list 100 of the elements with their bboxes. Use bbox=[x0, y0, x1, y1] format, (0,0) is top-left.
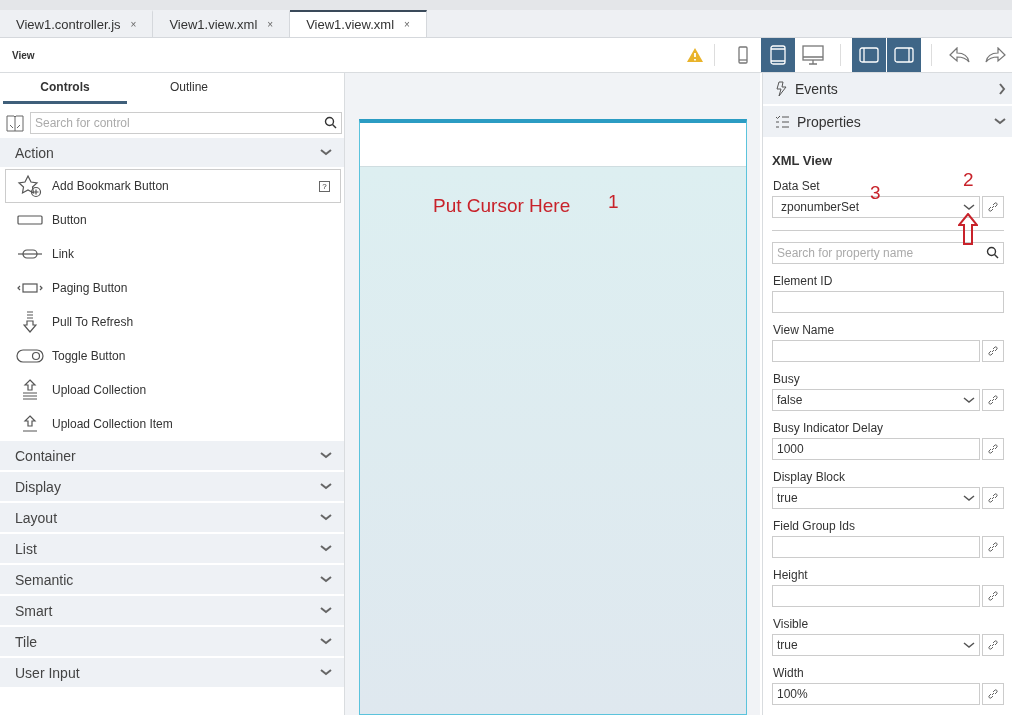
control-item[interactable]: Upload Collection Item bbox=[5, 407, 341, 441]
property-label: Element ID bbox=[773, 274, 833, 288]
category-label: Smart bbox=[15, 602, 53, 619]
link-icon bbox=[987, 639, 999, 651]
bind-button[interactable] bbox=[982, 438, 1004, 460]
category-label: Display bbox=[15, 478, 61, 495]
section-header[interactable]: Events bbox=[763, 73, 1012, 104]
link-icon bbox=[987, 345, 999, 357]
control-item[interactable]: Button bbox=[5, 203, 341, 237]
property-input[interactable] bbox=[772, 536, 980, 558]
bind-button[interactable] bbox=[982, 536, 1004, 558]
category-label: Action bbox=[15, 144, 54, 161]
control-item[interactable]: Link bbox=[5, 237, 341, 271]
search-icon bbox=[986, 246, 999, 259]
upload-icon bbox=[22, 379, 38, 401]
device-button[interactable] bbox=[761, 38, 795, 72]
editor-tab[interactable]: View1.view.xml × bbox=[290, 10, 427, 37]
property-label: Busy bbox=[773, 372, 800, 386]
property-select[interactable]: true bbox=[772, 487, 980, 509]
panel-tab[interactable]: Outline bbox=[127, 73, 251, 104]
category-label: User Input bbox=[15, 664, 80, 681]
category-header[interactable]: User Input bbox=[0, 658, 344, 687]
property-label: Display Block bbox=[773, 470, 846, 484]
category-header[interactable]: Action bbox=[0, 138, 344, 167]
chevron-down-icon[interactable] bbox=[963, 642, 975, 648]
property-input[interactable] bbox=[772, 585, 980, 607]
annotation-number: 2 bbox=[963, 169, 974, 191]
category-header[interactable]: Semantic bbox=[0, 565, 344, 594]
toggle-icon bbox=[16, 349, 44, 363]
category-header[interactable]: List bbox=[0, 534, 344, 563]
panel-tab[interactable]: Controls bbox=[3, 73, 127, 104]
link-icon bbox=[987, 201, 999, 213]
annotation-text: Put Cursor Here bbox=[433, 195, 571, 217]
property-input[interactable]: 1000 bbox=[772, 438, 980, 460]
control-item[interactable]: Toggle Button bbox=[5, 339, 341, 373]
rectangle-icon bbox=[17, 215, 43, 225]
chevron-down-icon[interactable] bbox=[963, 495, 975, 501]
help-icon[interactable]: ? bbox=[319, 180, 330, 192]
book-icon[interactable] bbox=[6, 114, 24, 132]
close-icon[interactable]: × bbox=[130, 19, 137, 30]
control-item[interactable]: Add Bookmark Button ? bbox=[5, 169, 341, 203]
chevron-down-icon bbox=[320, 545, 332, 552]
chain-link-icon bbox=[17, 249, 43, 259]
chevron-down-icon bbox=[320, 483, 332, 490]
close-icon[interactable]: × bbox=[267, 19, 274, 30]
view-title: View bbox=[12, 49, 36, 61]
chevron-down-icon bbox=[320, 452, 332, 459]
bind-button[interactable] bbox=[982, 634, 1004, 656]
control-item[interactable]: Upload Collection bbox=[5, 373, 341, 407]
property-select[interactable]: true bbox=[772, 634, 980, 656]
search-field[interactable]: Search for control bbox=[30, 112, 342, 134]
category-header[interactable]: Layout bbox=[0, 503, 344, 532]
chevron-down-icon[interactable] bbox=[963, 204, 975, 210]
category-label: List bbox=[15, 540, 37, 557]
bind-button[interactable] bbox=[982, 340, 1004, 362]
category-header[interactable]: Tile bbox=[0, 627, 344, 656]
property-label: View Name bbox=[773, 323, 835, 337]
chevron-down-icon[interactable] bbox=[963, 397, 975, 403]
monitor-icon bbox=[802, 45, 824, 65]
control-item[interactable]: Paging Button bbox=[5, 271, 341, 305]
property-input[interactable]: 100% bbox=[772, 683, 980, 705]
bind-button[interactable] bbox=[982, 585, 1004, 607]
search-icon bbox=[324, 116, 337, 129]
undo-icon bbox=[949, 47, 971, 63]
chevron-down-icon bbox=[320, 576, 332, 583]
bind-button[interactable] bbox=[982, 196, 1004, 218]
property-label: Visible bbox=[773, 617, 809, 631]
link-icon bbox=[987, 443, 999, 455]
paging-icon bbox=[16, 283, 44, 293]
property-label: Width bbox=[773, 666, 804, 680]
link-icon bbox=[987, 688, 999, 700]
pane-toggle-button[interactable] bbox=[887, 38, 921, 72]
property-label: Busy Indicator Delay bbox=[773, 421, 884, 435]
chevron-down-icon bbox=[994, 118, 1006, 125]
property-input[interactable] bbox=[772, 291, 1004, 313]
panel-title: XML View bbox=[772, 153, 834, 168]
link-icon bbox=[987, 590, 999, 602]
bind-button[interactable] bbox=[982, 487, 1004, 509]
link-icon bbox=[987, 394, 999, 406]
property-search-field[interactable]: Search for property name bbox=[772, 242, 1004, 264]
warning-icon bbox=[686, 47, 704, 63]
category-header[interactable]: Display bbox=[0, 472, 344, 501]
upload-icon bbox=[22, 415, 38, 433]
chevron-right-icon bbox=[999, 82, 1006, 95]
close-icon[interactable]: × bbox=[404, 19, 410, 30]
section-header[interactable]: Properties bbox=[763, 106, 1012, 137]
chevron-down-icon bbox=[320, 514, 332, 521]
right-pane-icon bbox=[894, 47, 914, 63]
bind-button[interactable] bbox=[982, 683, 1004, 705]
property-select[interactable]: false bbox=[772, 389, 980, 411]
link-icon bbox=[987, 541, 999, 553]
category-label: Semantic bbox=[15, 571, 74, 588]
control-item[interactable]: Pull To Refresh bbox=[5, 305, 341, 339]
category-label: Container bbox=[15, 447, 76, 464]
pane-toggle-button[interactable] bbox=[852, 38, 886, 72]
chevron-down-icon bbox=[320, 638, 332, 645]
category-header[interactable]: Smart bbox=[0, 596, 344, 625]
category-header[interactable]: Container bbox=[0, 441, 344, 470]
bind-button[interactable] bbox=[982, 389, 1004, 411]
property-input[interactable] bbox=[772, 340, 980, 362]
